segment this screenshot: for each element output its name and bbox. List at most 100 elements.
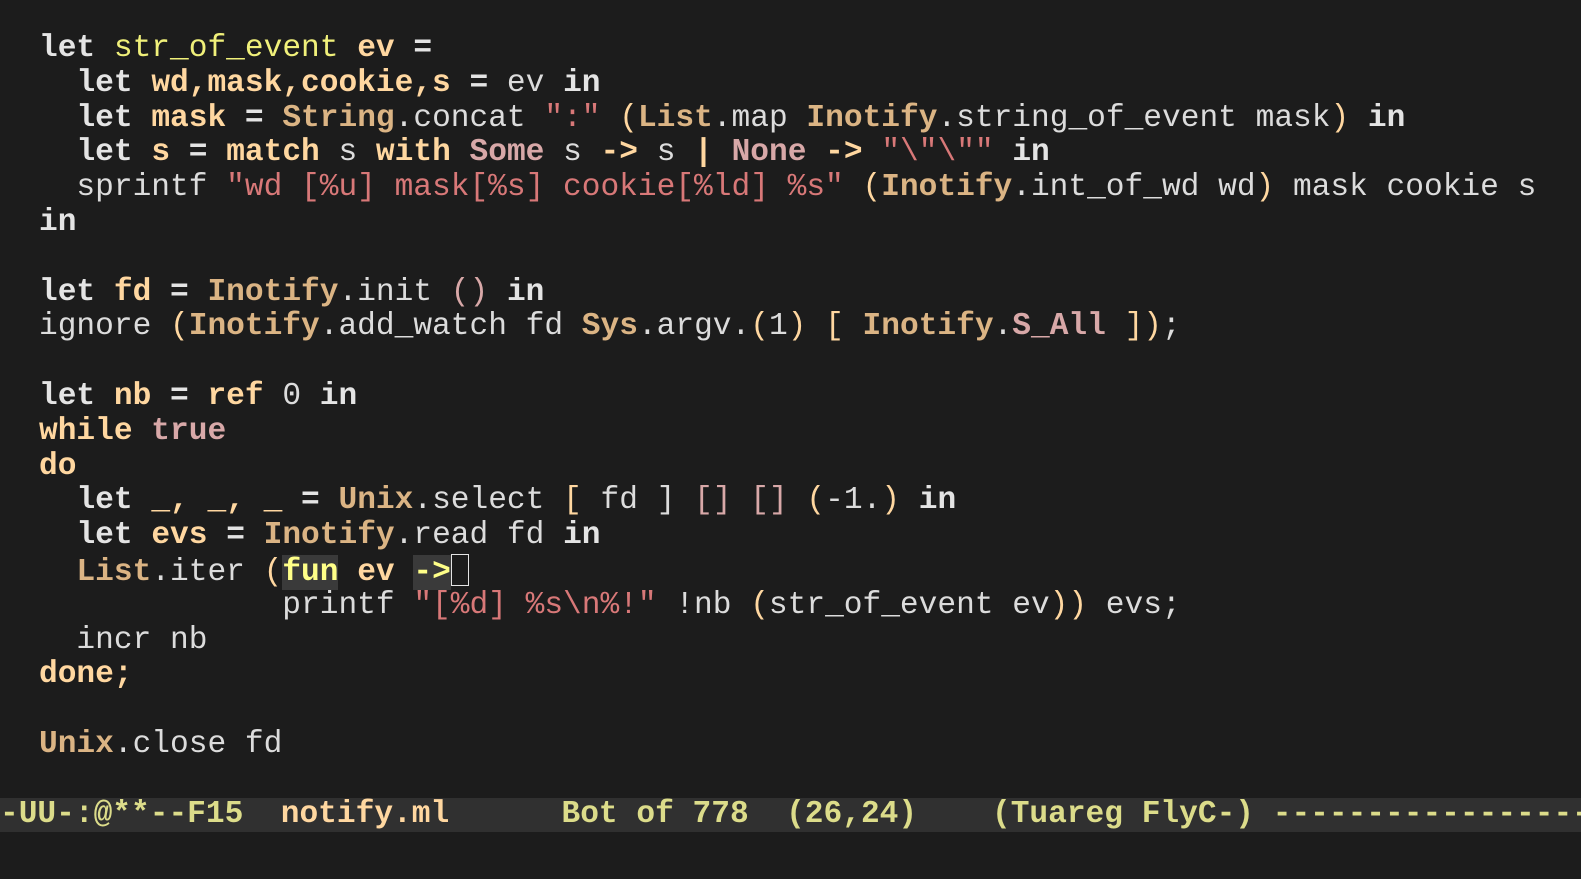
code-line[interactable]: Unix.close fd	[39, 726, 1536, 763]
code-line[interactable]: let fd = Inotify.init () in	[39, 274, 1536, 311]
code-token: evs	[151, 518, 208, 554]
code-token: in	[39, 204, 77, 240]
code-token: fun	[282, 554, 339, 590]
code-token: |	[694, 135, 713, 171]
code-line[interactable]: printf "[%d] %s\n%!" !nb (str_of_event e…	[39, 587, 1536, 624]
code-line[interactable]	[39, 693, 1536, 728]
code-token: (	[263, 554, 283, 590]
code-token: let	[39, 378, 96, 414]
code-token: (	[750, 587, 769, 623]
code-token: in	[563, 518, 601, 554]
code-token: Inotify	[188, 309, 320, 345]
code-line[interactable]: let _, _, _ = Unix.select [ fd ] [] [] (…	[39, 483, 1536, 519]
code-line[interactable]: let str_of_event ev =	[39, 31, 1536, 67]
code-token: let	[76, 135, 133, 171]
code-token: .	[993, 309, 1013, 345]
code-line[interactable]: sprintf "wd [%u] mask[%s] cookie[%ld] %s…	[39, 170, 1537, 206]
code-token: (	[806, 483, 826, 519]
code-token: .add_watch fd	[319, 309, 582, 345]
code-line[interactable]: List.iter (fun ev ->	[39, 553, 1536, 590]
code-token: )	[787, 309, 807, 345]
code-token: ":"	[544, 100, 601, 136]
code-token: do	[39, 448, 77, 484]
code-token: mask cookie s	[1274, 170, 1537, 206]
code-token: wd,mask,cookie,s	[151, 65, 451, 101]
code-token: let	[76, 483, 133, 519]
code-token: in	[918, 483, 957, 519]
code-line[interactable]: let wd,mask,cookie,s = ev in	[39, 65, 1536, 102]
code-token: Inotify	[806, 100, 938, 136]
code-token: ])	[1124, 309, 1163, 345]
code-token: ;	[1162, 309, 1181, 345]
code-token: ignore	[39, 309, 171, 345]
code-buffer[interactable]: let str_of_event ev = let wd,mask,cookie…	[39, 31, 1537, 763]
code-token: s	[544, 135, 601, 171]
code-line[interactable]: in	[39, 204, 1536, 241]
code-token: Unix	[338, 483, 414, 519]
code-token: "[%d] %s\n%!"	[413, 587, 657, 623]
code-token: (	[170, 309, 189, 345]
code-token: =	[413, 31, 433, 66]
code-token: !nb	[656, 587, 751, 623]
code-token: let	[39, 31, 96, 66]
code-line[interactable]: let evs = Inotify.read fd in	[39, 518, 1536, 554]
code-line[interactable]: done;	[39, 657, 1536, 693]
buffer-filename[interactable]: notify.ml	[281, 798, 449, 832]
code-token: S_All	[1012, 309, 1106, 345]
code-line[interactable]: do	[39, 448, 1536, 485]
code-token: Inotify	[862, 309, 994, 345]
code-token: =	[188, 135, 208, 171]
code-token: let	[39, 274, 96, 310]
code-token: ->	[600, 135, 638, 171]
code-token: ()	[450, 274, 489, 310]
code-token: .close fd	[113, 726, 283, 762]
code-token: List	[637, 100, 713, 136]
code-token: .select	[413, 483, 564, 519]
code-token: fd	[113, 274, 152, 310]
code-line[interactable]	[39, 241, 1536, 276]
code-token: .argv.	[637, 309, 751, 345]
code-token: Sys	[581, 309, 638, 345]
minibuffer[interactable]	[0, 832, 1581, 879]
code-token: ->	[413, 554, 451, 590]
code-token: evs;	[1087, 587, 1181, 623]
cursor-position: (26,24)	[786, 798, 918, 832]
code-line[interactable]: let nb = ref 0 in	[39, 378, 1536, 415]
code-token: =	[244, 100, 264, 136]
code-token: in	[1012, 135, 1050, 171]
code-token: (	[619, 100, 638, 136]
mode-line: -UU-:@**--F15 notify.ml Bot of 778 (26,2…	[0, 798, 1581, 832]
code-token: s	[319, 135, 376, 171]
major-minor-modes[interactable]: (Tuareg FlyC-)	[992, 798, 1254, 832]
code-line[interactable]: while true	[39, 414, 1536, 450]
code-token: =	[170, 274, 189, 310]
code-line[interactable]: let s = match s with Some s -> s | None …	[39, 135, 1536, 171]
code-token: []	[694, 483, 732, 519]
code-line[interactable]: incr nb	[39, 623, 1536, 659]
code-line[interactable]: ignore (Inotify.add_watch fd Sys.argv.(1…	[39, 309, 1536, 345]
code-line[interactable]	[39, 345, 1536, 380]
code-token: str_of_event ev	[768, 587, 1050, 623]
code-line[interactable]: let mask = String.concat ":" (List.map I…	[39, 100, 1536, 137]
